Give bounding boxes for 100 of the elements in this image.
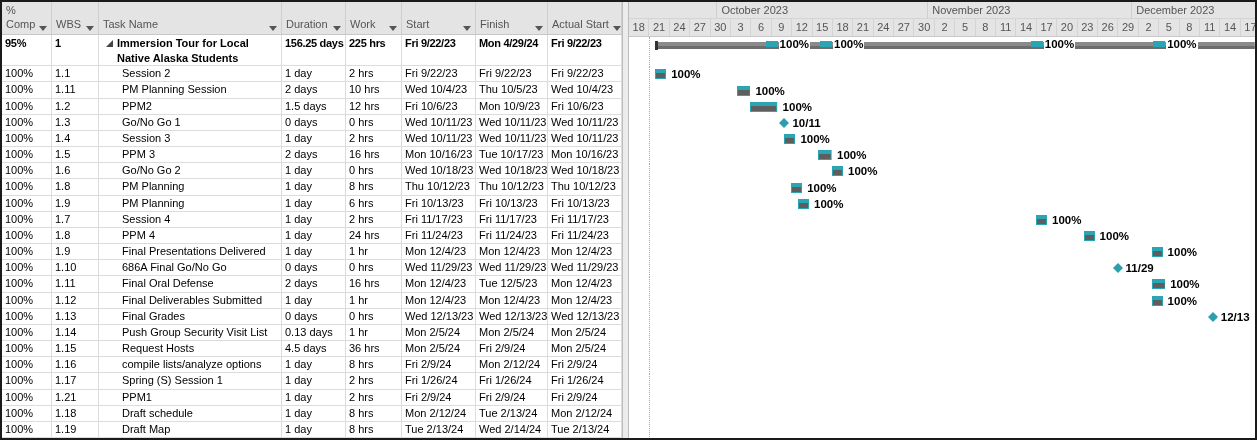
table-cell: 1 day bbox=[285, 130, 312, 146]
table-cell: Fri 9/22/23 bbox=[479, 66, 532, 82]
table-cell: 100% bbox=[5, 179, 34, 195]
table-cell: 1 day bbox=[285, 211, 312, 227]
table-cell: 8 hrs bbox=[349, 405, 374, 421]
table-cell: 1 day bbox=[285, 179, 312, 195]
table-cell: 0.13 days bbox=[285, 324, 333, 340]
month-label: November 2023 bbox=[927, 2, 1132, 19]
table-cell: Mon 2/12/24 bbox=[479, 357, 541, 373]
table-cell: Mon 12/4/23 bbox=[405, 276, 467, 292]
table-cell: Mon 10/16/23 bbox=[551, 147, 619, 163]
column-header[interactable]: Work bbox=[346, 2, 402, 35]
day-label: 5 bbox=[1159, 19, 1180, 36]
day-label: 21 bbox=[649, 19, 670, 36]
column-header[interactable]: Finish bbox=[476, 2, 548, 35]
table-cell: Thu 10/12/23 bbox=[479, 179, 544, 195]
caret-icon bbox=[333, 26, 341, 32]
bar-label: 100% bbox=[814, 196, 844, 211]
table-cell: Wed 10/11/23 bbox=[405, 130, 473, 146]
collapse-icon[interactable] bbox=[106, 40, 113, 48]
table-cell: 1 day bbox=[285, 357, 312, 373]
day-label: 12 bbox=[792, 19, 813, 36]
table-cell: Mon 2/5/24 bbox=[405, 324, 461, 340]
month-label: December 2023 bbox=[1131, 2, 1255, 19]
table-cell: 1.8 bbox=[55, 227, 71, 243]
table-cell: 1.19 bbox=[55, 422, 77, 437]
table-cell: 100% bbox=[5, 260, 34, 276]
rollup-label: 100% bbox=[1043, 37, 1076, 51]
table-cell: Wed 11/29/23 bbox=[551, 260, 619, 276]
table-cell: 2 hrs bbox=[349, 130, 374, 146]
milestone-marker bbox=[779, 117, 790, 128]
table-cell: 1 day bbox=[285, 292, 312, 308]
table-cell: Wed 12/13/23 bbox=[551, 308, 620, 324]
table-cell: 1.14 bbox=[55, 324, 77, 340]
table-cell: 2 days bbox=[285, 276, 318, 292]
caret-icon bbox=[269, 26, 277, 32]
table-cell: Mon 2/5/24 bbox=[405, 341, 461, 357]
day-label: 29 bbox=[1118, 19, 1139, 36]
day-label: 14 bbox=[1016, 19, 1037, 36]
table-cell: Tue 2/13/24 bbox=[479, 405, 538, 421]
task-name: Final Presentations Delivered bbox=[122, 244, 266, 260]
task-name: Go/No Go 2 bbox=[122, 163, 181, 179]
table-cell: 1 hr bbox=[349, 244, 368, 260]
table-cell: Fri 10/13/23 bbox=[551, 195, 610, 211]
bar-label: 100% bbox=[782, 99, 812, 114]
table-cell: 1.5 days bbox=[285, 98, 327, 114]
table-cell: 100% bbox=[5, 373, 34, 389]
table-cell: 2 days bbox=[285, 82, 318, 98]
table-cell: 100% bbox=[5, 163, 34, 179]
table-cell: Thu 10/12/23 bbox=[551, 179, 616, 195]
table-cell: Wed 10/11/23 bbox=[405, 114, 473, 130]
day-label: 3 bbox=[730, 19, 752, 36]
table-cell: Fri 2/9/24 bbox=[479, 389, 526, 405]
day-label: 18 bbox=[832, 19, 854, 36]
day-label: 15 bbox=[812, 19, 833, 36]
column-header[interactable]: % Comp bbox=[2, 2, 52, 35]
task-name: Request Hosts bbox=[122, 341, 195, 357]
table-cell: Mon 12/4/23 bbox=[551, 292, 613, 308]
task-bar bbox=[784, 134, 796, 145]
task-name: PPM 4 bbox=[122, 227, 155, 243]
table-cell: Mon 12/4/23 bbox=[405, 292, 467, 308]
table-cell: 100% bbox=[5, 292, 34, 308]
task-name: Final Grades bbox=[122, 308, 185, 324]
table-cell: Tue 10/17/23 bbox=[479, 147, 544, 163]
column-header[interactable]: WBS bbox=[52, 2, 99, 35]
day-label: 2 bbox=[1138, 19, 1160, 36]
table-cell: Fri 11/17/23 bbox=[479, 211, 537, 227]
table-cell: 100% bbox=[5, 82, 34, 98]
column-header[interactable]: Start bbox=[402, 2, 476, 35]
table-cell: 1 day bbox=[285, 66, 312, 82]
table-cell: 2 hrs bbox=[349, 211, 374, 227]
day-label: 27 bbox=[690, 19, 711, 36]
task-bar bbox=[1083, 231, 1095, 241]
table-cell: Wed 10/18/23 bbox=[405, 163, 474, 179]
table-cell: Fri 10/6/23 bbox=[551, 98, 604, 114]
table-cell: Fri 9/22/23 bbox=[551, 36, 602, 52]
column-header[interactable]: Task Name bbox=[99, 2, 282, 35]
caret-icon bbox=[463, 26, 471, 32]
task-name: Session 3 bbox=[122, 130, 171, 146]
table-cell: 1 day bbox=[285, 244, 312, 260]
task-name: PM Planning bbox=[122, 179, 185, 195]
table-cell: 100% bbox=[5, 357, 34, 373]
table-cell: 1.6 bbox=[55, 163, 71, 179]
day-label: 6 bbox=[751, 19, 772, 36]
table-cell: 100% bbox=[5, 130, 34, 146]
task-name: Spring (S) Session 1 bbox=[122, 373, 223, 389]
table-cell: 1.9 bbox=[55, 195, 71, 211]
day-label: 24 bbox=[669, 19, 691, 36]
table-cell: Fri 9/22/23 bbox=[405, 36, 456, 52]
table-cell: Mon 2/12/24 bbox=[551, 405, 613, 421]
bar-label: 100% bbox=[755, 83, 785, 98]
column-header[interactable]: Duration bbox=[282, 2, 346, 35]
table-cell: 0 days bbox=[285, 260, 318, 276]
caret-icon bbox=[535, 26, 543, 32]
day-label: 11 bbox=[996, 19, 1017, 36]
day-label: 8 bbox=[1179, 19, 1200, 36]
task-name: compile lists/analyze options bbox=[122, 357, 262, 373]
bar-label: 100% bbox=[671, 67, 701, 82]
table-cell: 1.8 bbox=[55, 179, 71, 195]
table-cell: 1.4 bbox=[55, 130, 71, 146]
